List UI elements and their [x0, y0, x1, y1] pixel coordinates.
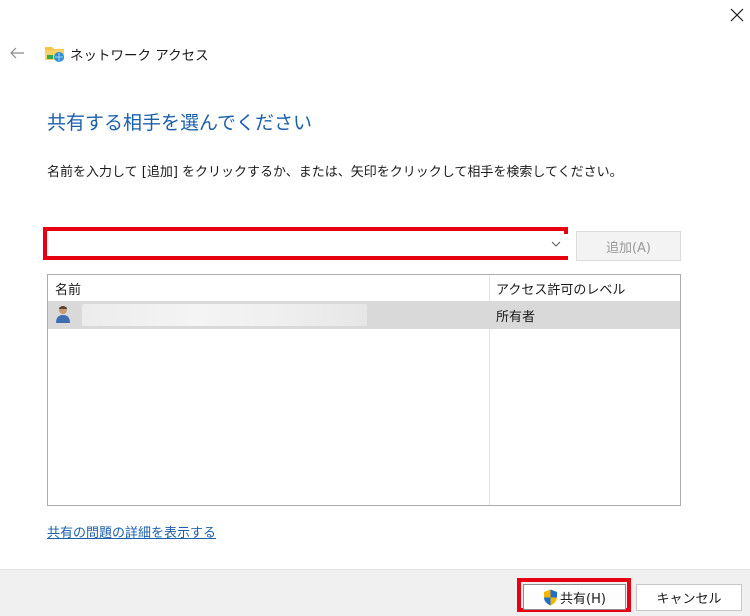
- user-icon: [56, 306, 70, 323]
- permission-level: 所有者: [496, 310, 536, 325]
- close-button[interactable]: [724, 0, 750, 30]
- share-button-label: 共有(H): [560, 591, 606, 607]
- arrow-left-icon: [10, 47, 24, 59]
- share-list[interactable]: 名前 アクセス許可のレベル 所有者: [47, 274, 681, 506]
- instruction-text: 名前を入力して [追加] をクリックするか、または、矢印をクリックして相手を検索…: [47, 165, 623, 180]
- column-header-name[interactable]: 名前: [55, 279, 81, 298]
- back-button[interactable]: [6, 42, 28, 64]
- cancel-button[interactable]: キャンセル: [636, 584, 742, 611]
- window-title: ネットワーク アクセス: [70, 48, 209, 64]
- chevron-down-icon: [551, 241, 561, 247]
- uac-shield-icon: [544, 589, 558, 605]
- list-row[interactable]: 所有者: [48, 301, 680, 329]
- page-heading: 共有する相手を選んでください: [47, 112, 313, 134]
- share-button[interactable]: 共有(H): [523, 584, 626, 610]
- close-icon: [730, 8, 744, 22]
- add-button[interactable]: 追加(A): [576, 231, 681, 261]
- network-folder-icon: [45, 47, 64, 62]
- name-combobox[interactable]: [50, 234, 569, 256]
- user-name-redacted: [82, 304, 367, 326]
- dropdown-button[interactable]: [549, 237, 563, 251]
- column-header-permission-level[interactable]: アクセス許可のレベル: [496, 279, 625, 298]
- sharing-problems-link[interactable]: 共有の問題の詳細を表示する: [47, 522, 216, 541]
